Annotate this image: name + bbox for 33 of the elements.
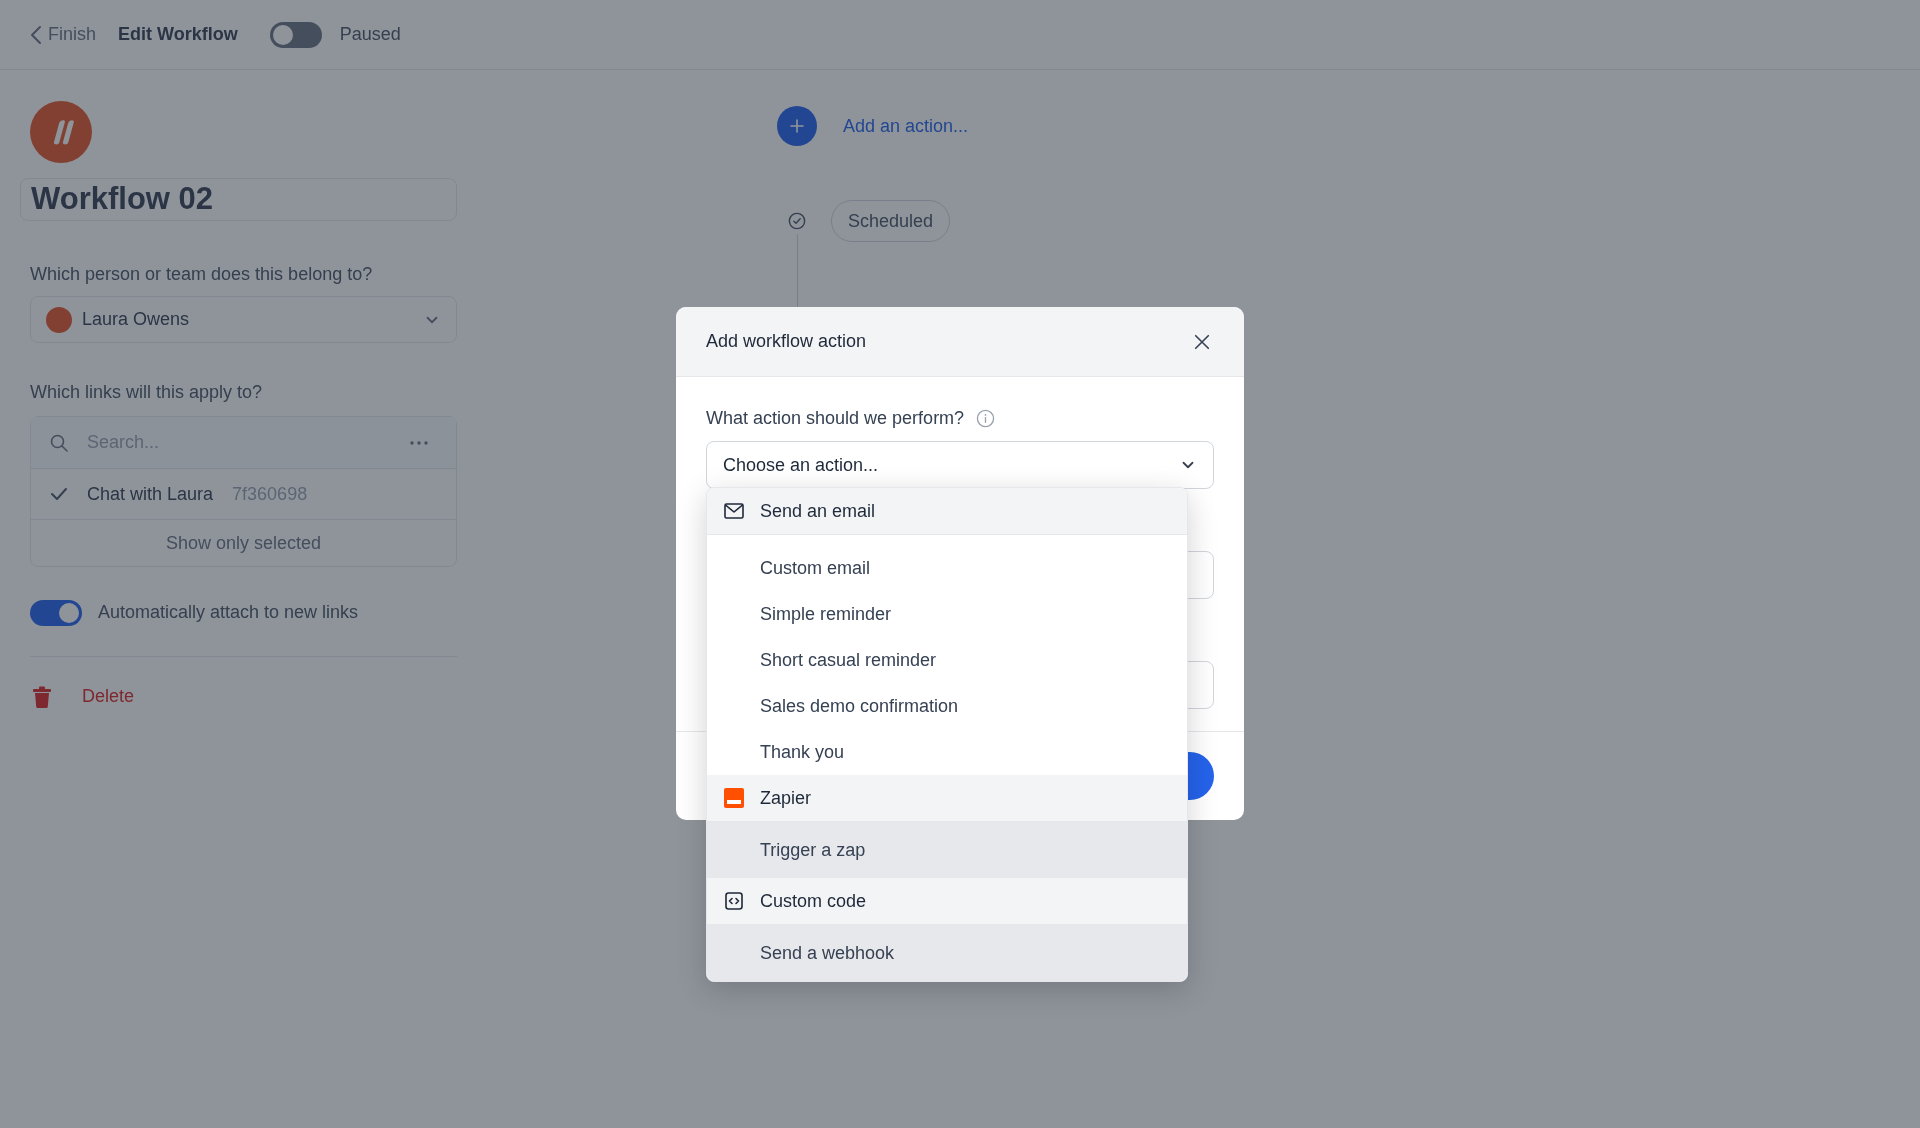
menu-item[interactable]: Custom email xyxy=(707,545,1187,591)
menu-group-header: Send an email xyxy=(707,488,1187,535)
app-logo-icon xyxy=(724,788,744,808)
menu-item[interactable]: Short casual reminder xyxy=(707,637,1187,683)
menu-item[interactable]: Sales demo confirmation xyxy=(707,683,1187,729)
info-icon xyxy=(976,409,996,428)
page-title: Edit Workflow xyxy=(118,23,238,46)
menu-item[interactable]: Simple reminder xyxy=(707,591,1187,637)
toggle-switch[interactable] xyxy=(269,21,322,48)
add-action-button[interactable] xyxy=(777,106,817,146)
menu-group-header: Custom code xyxy=(707,878,1187,925)
menu-item[interactable]: Send a webhook xyxy=(707,925,1187,981)
workflow-name-field[interactable]: Workflow 02 xyxy=(20,178,457,221)
modal-title: Add workflow action xyxy=(706,330,867,353)
toggle-label: Paused xyxy=(339,23,401,46)
owner-select[interactable]: Laura Owens xyxy=(30,296,457,343)
links-label: Which links will this apply to? xyxy=(30,381,264,404)
action-label: What action should we perform? xyxy=(706,407,965,430)
menu-group-header: Zapier xyxy=(707,775,1187,822)
menu-item[interactable]: Thank you xyxy=(707,729,1187,775)
owner-avatar xyxy=(46,306,72,333)
plus-icon xyxy=(789,118,805,134)
back-icon xyxy=(30,24,42,45)
close-icon xyxy=(1193,332,1211,351)
toggle-switch[interactable] xyxy=(30,599,82,626)
auto-attach-label: Automatically attach to new links xyxy=(98,601,359,624)
more-icon xyxy=(410,440,428,445)
mail-icon xyxy=(724,501,744,521)
search-icon xyxy=(49,432,69,453)
code-icon xyxy=(724,891,744,911)
menu-item[interactable]: Trigger a zap xyxy=(707,822,1187,878)
trash-icon xyxy=(32,685,52,708)
owner-label: Which person or team does this belong to? xyxy=(30,263,374,286)
